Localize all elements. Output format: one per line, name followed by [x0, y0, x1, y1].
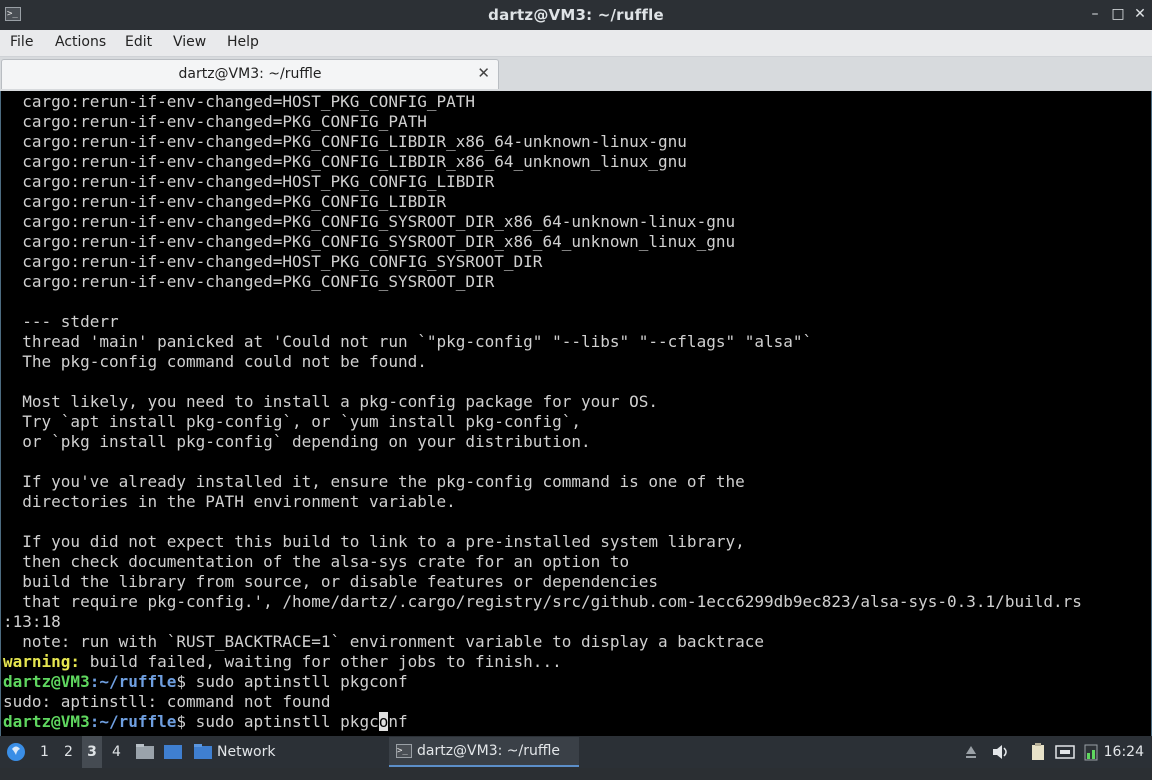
menu-edit[interactable]: Edit	[125, 34, 152, 50]
prompt-user-2: dartz@VM3	[3, 712, 90, 731]
terminal-line: Try `apt install pkg-config`, or `yum in…	[3, 412, 581, 431]
tab-close-icon[interactable]: ✕	[477, 64, 490, 82]
terminal-line: directories in the PATH environment vari…	[3, 492, 456, 511]
terminal-line: build the library from source, or disabl…	[3, 572, 659, 591]
terminal-text: cargo:rerun-if-env-changed=HOST_PKG_CONF…	[1, 92, 1082, 732]
terminal-line: :13:18	[3, 612, 61, 631]
terminal-output[interactable]: cargo:rerun-if-env-changed=HOST_PKG_CONF…	[0, 91, 1152, 736]
tab-bar: dartz@VM3: ~/ruffle ✕	[0, 57, 1152, 91]
terminal-line: cargo:rerun-if-env-changed=HOST_PKG_CONF…	[3, 172, 495, 191]
tab-terminal[interactable]: dartz@VM3: ~/ruffle ✕	[1, 59, 499, 89]
prompt-path-2: ~/ruffle	[99, 712, 177, 731]
terminal-line: cargo:rerun-if-env-changed=HOST_PKG_CONF…	[3, 92, 476, 111]
terminal-line: that require pkg-config.', /home/dartz/.…	[3, 592, 1082, 611]
text-cursor: o	[378, 712, 389, 731]
workspace-2[interactable]: 2	[64, 736, 73, 768]
folder-network-label: Network	[217, 744, 276, 760]
terminal-line: --- stderr	[3, 312, 119, 331]
menu-view[interactable]: View	[173, 34, 206, 50]
volume-icon[interactable]	[990, 736, 1010, 768]
command-1: sudo aptinstll pkgconf	[186, 672, 408, 691]
terminal-line: The pkg-config command could not be foun…	[3, 352, 427, 371]
maximize-button[interactable]: □	[1109, 5, 1127, 23]
warning-line: warning: build failed, waiting for other…	[3, 652, 1082, 672]
terminal-line: If you've already installed it, ensure t…	[3, 472, 745, 491]
terminal-line: cargo:rerun-if-env-changed=PKG_CONFIG_PA…	[3, 112, 427, 131]
prompt-line-2: dartz@VM3:~/ruffle$ sudo aptinstll pkgco…	[3, 712, 1082, 732]
terminal-line: cargo:rerun-if-env-changed=PKG_CONFIG_SY…	[3, 212, 736, 231]
warning-label: warning:	[3, 652, 81, 671]
menu-file[interactable]: File	[10, 34, 33, 50]
file-manager-icon[interactable]	[134, 736, 156, 768]
command-2-after: nf	[388, 712, 408, 731]
close-button[interactable]: ✕	[1131, 5, 1149, 23]
workspace-1[interactable]: 1	[40, 736, 49, 768]
taskbar: 1 2 3 4 Network >_ dartz@VM3: ~/ruffle 1…	[0, 736, 1152, 768]
clock: 16:24	[1103, 744, 1144, 760]
menu-actions[interactable]: Actions	[55, 34, 106, 50]
terminal-task-icon: >_	[396, 744, 412, 758]
terminal-line: cargo:rerun-if-env-changed=PKG_CONFIG_LI…	[3, 132, 687, 151]
command-2-before: sudo aptinstll pkgc	[186, 712, 379, 731]
tab-label: dartz@VM3: ~/ruffle	[178, 66, 322, 82]
terminal-line: cargo:rerun-if-env-changed=HOST_PKG_CONF…	[3, 252, 543, 271]
terminal-line: If you did not expect this build to link…	[3, 532, 745, 551]
workspace-3[interactable]: 3	[82, 736, 102, 768]
menu-help[interactable]: Help	[227, 34, 259, 50]
terminal-line: then check documentation of the alsa-sys…	[3, 552, 630, 571]
terminal-task-label: dartz@VM3: ~/ruffle	[417, 743, 561, 759]
workspace-4[interactable]: 4	[112, 736, 121, 768]
terminal-line: thread 'main' panicked at 'Could not run…	[3, 332, 813, 351]
taskbar-item-network[interactable]: Network	[193, 736, 288, 768]
prompt-dollar-2: $	[176, 712, 187, 731]
terminal-line: cargo:rerun-if-env-changed=PKG_CONFIG_SY…	[3, 272, 495, 291]
terminal-line: cargo:rerun-if-env-changed=PKG_CONFIG_LI…	[3, 152, 687, 171]
terminal-line: or `pkg install pkg-config` depending on…	[3, 432, 591, 451]
prompt-sep: :	[89, 672, 100, 691]
warning-text: build failed, waiting for other jobs to …	[80, 652, 562, 671]
terminal-line: cargo:rerun-if-env-changed=PKG_CONFIG_SY…	[3, 232, 736, 251]
start-menu-icon[interactable]	[5, 736, 27, 768]
minimize-button[interactable]: –	[1086, 5, 1104, 23]
prompt-path: ~/ruffle	[99, 672, 177, 691]
window-title: dartz@VM3: ~/ruffle	[488, 6, 664, 24]
terminal-line: note: run with `RUST_BACKTRACE=1` enviro…	[3, 632, 764, 651]
system-monitor-icon[interactable]	[1082, 736, 1100, 768]
prompt-user: dartz@VM3	[3, 672, 90, 691]
terminal-line: cargo:rerun-if-env-changed=PKG_CONFIG_LI…	[3, 192, 447, 211]
window-titlebar[interactable]: >_ dartz@VM3: ~/ruffle – □ ✕	[0, 0, 1152, 30]
network-status-icon[interactable]	[1054, 736, 1076, 768]
taskbar-item-terminal[interactable]: >_ dartz@VM3: ~/ruffle	[389, 737, 579, 767]
prompt-dollar: $	[176, 672, 187, 691]
eject-icon[interactable]	[962, 736, 980, 768]
error-line: sudo: aptinstll: command not found	[3, 692, 331, 711]
terminal-line: Most likely, you need to install a pkg-c…	[3, 392, 659, 411]
desktop-icon[interactable]	[162, 736, 184, 768]
prompt-line-1: dartz@VM3:~/ruffle$ sudo aptinstll pkgco…	[3, 672, 1082, 692]
clipboard-icon[interactable]	[1028, 736, 1048, 768]
terminal-lines: cargo:rerun-if-env-changed=HOST_PKG_CONF…	[3, 92, 1082, 652]
menu-bar: File Actions Edit View Help	[0, 30, 1152, 57]
prompt-sep-2: :	[89, 712, 100, 731]
